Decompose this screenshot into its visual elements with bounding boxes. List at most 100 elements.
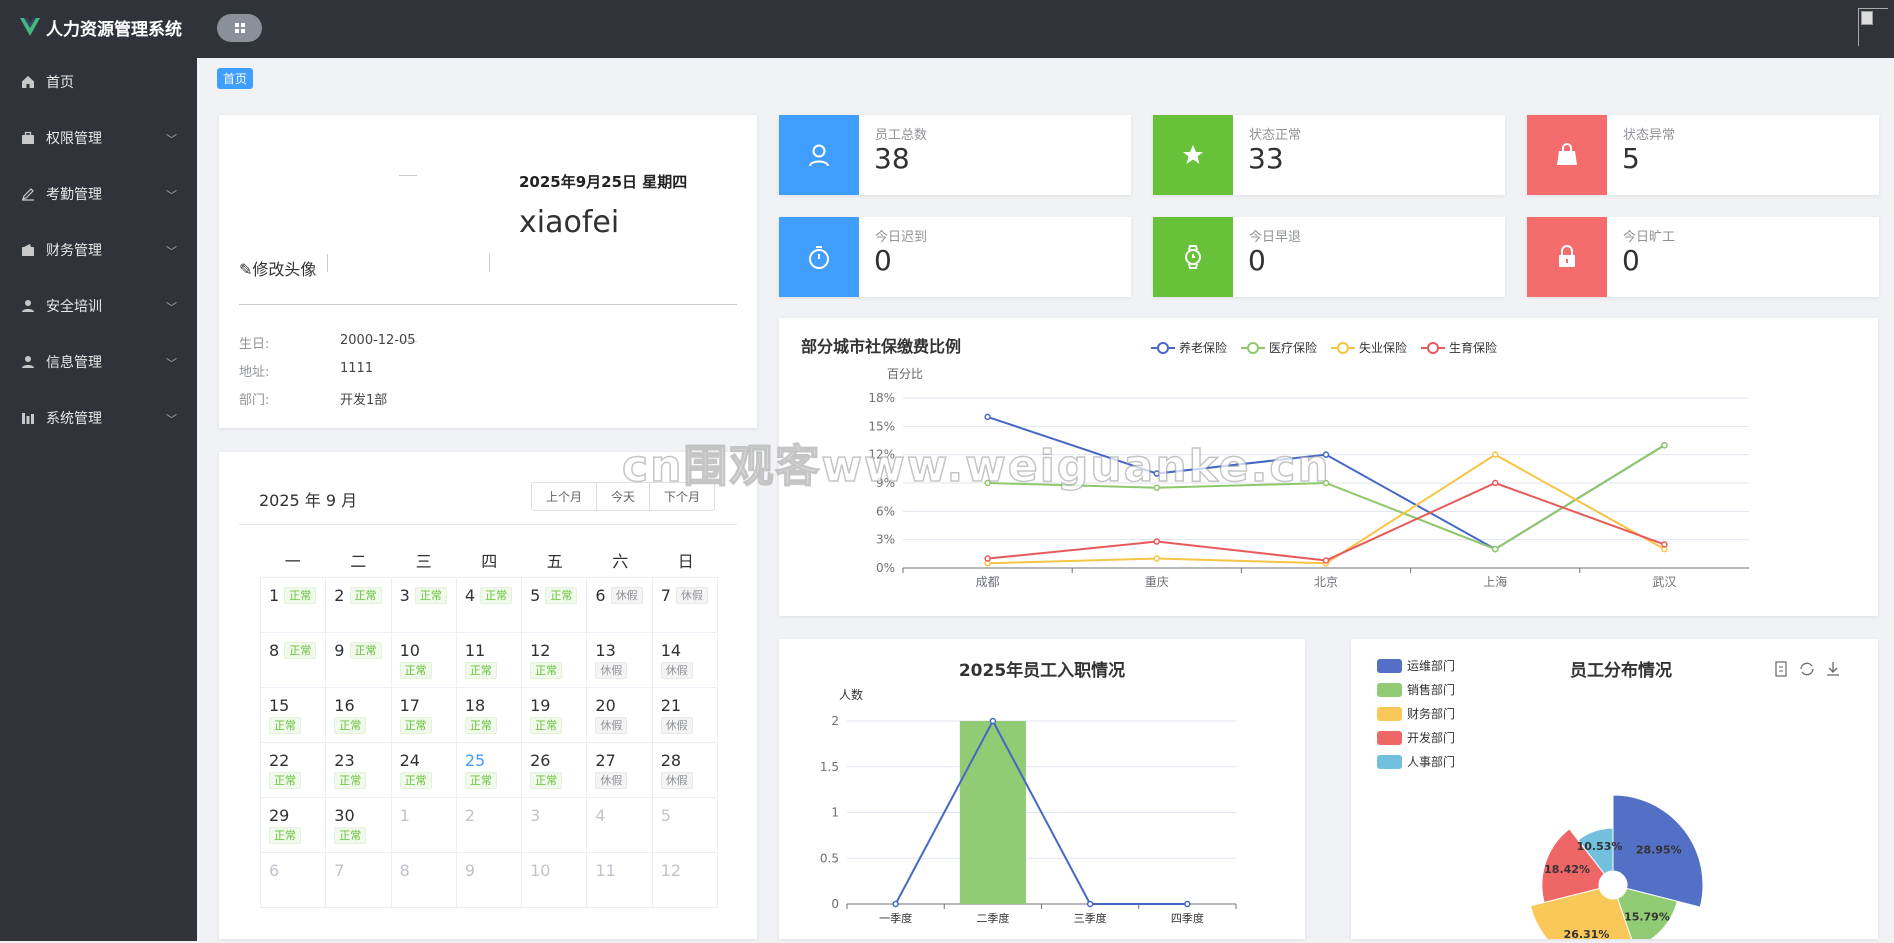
- sidebar-item-0[interactable]: 首页: [0, 54, 197, 110]
- user-icon: [20, 298, 36, 314]
- sidebar-item-2[interactable]: 考勤管理 ﹀: [0, 166, 197, 222]
- calendar-day[interactable]: 25 正常: [456, 743, 523, 798]
- x-tick-label: 成都: [976, 575, 1000, 589]
- calendar-day[interactable]: 10 正常: [391, 633, 457, 688]
- user-name: xiaofei: [519, 205, 620, 240]
- calendar-day[interactable]: 23 正常: [326, 743, 392, 798]
- calendar-day[interactable]: 17 正常: [391, 688, 457, 743]
- edit-avatar-link[interactable]: ✎修改头像: [239, 256, 316, 280]
- bar-chart-svg: 2025年员工入职情况人数 0 0.5 1 1.5 2 一季度 二季度 三季度 四季度: [820, 660, 1237, 925]
- calendar-day[interactable]: 21 休假: [652, 688, 718, 743]
- calendar-day[interactable]: 24 正常: [391, 743, 457, 798]
- day-number: 9: [334, 641, 345, 660]
- edit-icon: ✎: [239, 260, 253, 279]
- calendar-day[interactable]: 28 休假: [652, 743, 718, 798]
- day-number: 5: [530, 586, 541, 605]
- status-normal-badge: 正常: [530, 717, 563, 734]
- person-icon: [779, 115, 859, 195]
- calendar-day[interactable]: 29 正常: [261, 798, 327, 853]
- calendar-day[interactable]: 30 正常: [326, 798, 392, 853]
- data-point: [1322, 451, 1330, 458]
- stat-card-5: 今日旷工 0: [1527, 217, 1879, 297]
- calendar-day[interactable]: 20 休假: [587, 688, 653, 743]
- day-number: 1: [399, 806, 410, 825]
- day-number: 3: [530, 806, 541, 825]
- day-number: 14: [660, 641, 682, 660]
- calendar-day[interactable]: 26 正常: [522, 743, 588, 798]
- download-icon[interactable]: [1827, 662, 1839, 676]
- series-line: [987, 444, 1665, 551]
- sidebar-item-3[interactable]: 财务管理 ﹀: [0, 222, 197, 278]
- calendar-day[interactable]: 3: [522, 798, 588, 853]
- calendar-day[interactable]: 27 休假: [587, 743, 653, 798]
- app-logo[interactable]: 人力资源管理系统: [0, 0, 197, 54]
- day-number: 17: [399, 696, 420, 715]
- y-tick-label: 9%: [876, 476, 895, 490]
- calendar-week: 8 正常 9 正常 10 正常 11 正常 12 正常 13 休假 14 休假: [261, 633, 718, 688]
- calendar-day[interactable]: 5 正常: [522, 578, 588, 633]
- calendar-day[interactable]: 12 正常: [522, 633, 588, 688]
- data-view-icon[interactable]: [1775, 661, 1787, 677]
- calendar-day[interactable]: 2 正常: [326, 578, 392, 633]
- calendar-day[interactable]: 3 正常: [391, 578, 457, 633]
- stat-label: 员工总数: [875, 128, 928, 143]
- sidebar-item-4[interactable]: 安全培训 ﹀: [0, 278, 197, 334]
- status-leave-badge: 休假: [595, 772, 628, 789]
- day-number: 15: [269, 696, 290, 715]
- day-number: 6: [269, 861, 280, 880]
- calendar-day[interactable]: 9 正常: [326, 633, 392, 688]
- calendar-day[interactable]: 1 正常: [261, 578, 327, 633]
- calendar-day[interactable]: 4 正常: [456, 578, 523, 633]
- day-number: 24: [399, 751, 420, 770]
- calendar-day[interactable]: 22 正常: [261, 743, 327, 798]
- calendar-day[interactable]: 5: [652, 798, 718, 853]
- briefcase-icon: [20, 130, 36, 146]
- breadcrumb-home[interactable]: 首页: [217, 68, 254, 89]
- calendar-day[interactable]: 1: [391, 798, 457, 853]
- collapse-menu-button[interactable]: [217, 14, 262, 42]
- sidebar-item-6[interactable]: 系统管理 ﹀: [0, 390, 197, 446]
- calendar-day[interactable]: 18 正常: [456, 688, 523, 743]
- divider: [239, 304, 737, 305]
- y-tick-label: 1: [831, 806, 839, 820]
- chevron-down-icon: ﹀: [166, 357, 177, 370]
- calendar-day[interactable]: 11 正常: [456, 633, 523, 688]
- lock-icon: [1527, 217, 1607, 297]
- today-button[interactable]: 今天: [595, 482, 650, 511]
- day-number: 29: [269, 806, 290, 825]
- status-normal-badge: 正常: [530, 772, 563, 789]
- calendar-day[interactable]: 16 正常: [326, 688, 392, 743]
- stat-card-1: 状态正常 33: [1153, 115, 1505, 195]
- status-leave-badge: 休假: [660, 772, 693, 789]
- attendance-calendar: 2025 年 9 月 上个月 今天 下个月 一二三四五六日 1 正常 2 正常 3 …: [219, 452, 757, 939]
- sidebar-menu: 首页 权限管理 ﹀ 考勤管理 ﹀ 财务管理 ﹀ 安全培训 ﹀ 信息管理 ﹀ 系统管理 ﹀: [0, 54, 197, 446]
- topbar: [197, 0, 1894, 58]
- refresh-icon[interactable]: [1800, 662, 1814, 676]
- prev-month-button[interactable]: 上个月: [530, 482, 597, 511]
- calendar-day[interactable]: 8 正常: [261, 633, 327, 688]
- next-month-button[interactable]: 下个月: [648, 482, 715, 511]
- calendar-day[interactable]: 11: [587, 853, 653, 908]
- calendar-day[interactable]: 6 休假: [587, 578, 653, 633]
- sidebar-item-5[interactable]: 信息管理 ﹀: [0, 334, 197, 390]
- user-avatar-broken-image[interactable]: [1858, 8, 1888, 46]
- calendar-day[interactable]: 7: [326, 853, 392, 908]
- calendar-day[interactable]: 7 休假: [652, 578, 718, 633]
- calendar-day[interactable]: 9: [456, 853, 523, 908]
- calendar-day[interactable]: 4: [587, 798, 653, 853]
- calendar-day[interactable]: 12: [652, 853, 718, 908]
- calendar-day[interactable]: 14 休假: [652, 633, 718, 688]
- legend-marker: [1337, 342, 1349, 354]
- calendar-day[interactable]: 19 正常: [522, 688, 588, 743]
- calendar-day[interactable]: 2: [456, 798, 523, 853]
- calendar-day[interactable]: 13 休假: [587, 633, 653, 688]
- edit-icon: [20, 186, 36, 202]
- calendar-day[interactable]: 10: [522, 853, 588, 908]
- sidebar-item-1[interactable]: 权限管理 ﹀: [0, 110, 197, 166]
- legend-swatch: [1377, 659, 1402, 673]
- calendar-day[interactable]: 6: [261, 853, 327, 908]
- calendar-day[interactable]: 8: [391, 853, 457, 908]
- legend-marker: [1247, 342, 1259, 354]
- calendar-day[interactable]: 15 正常: [261, 688, 327, 743]
- chevron-down-icon: ﹀: [166, 133, 177, 146]
